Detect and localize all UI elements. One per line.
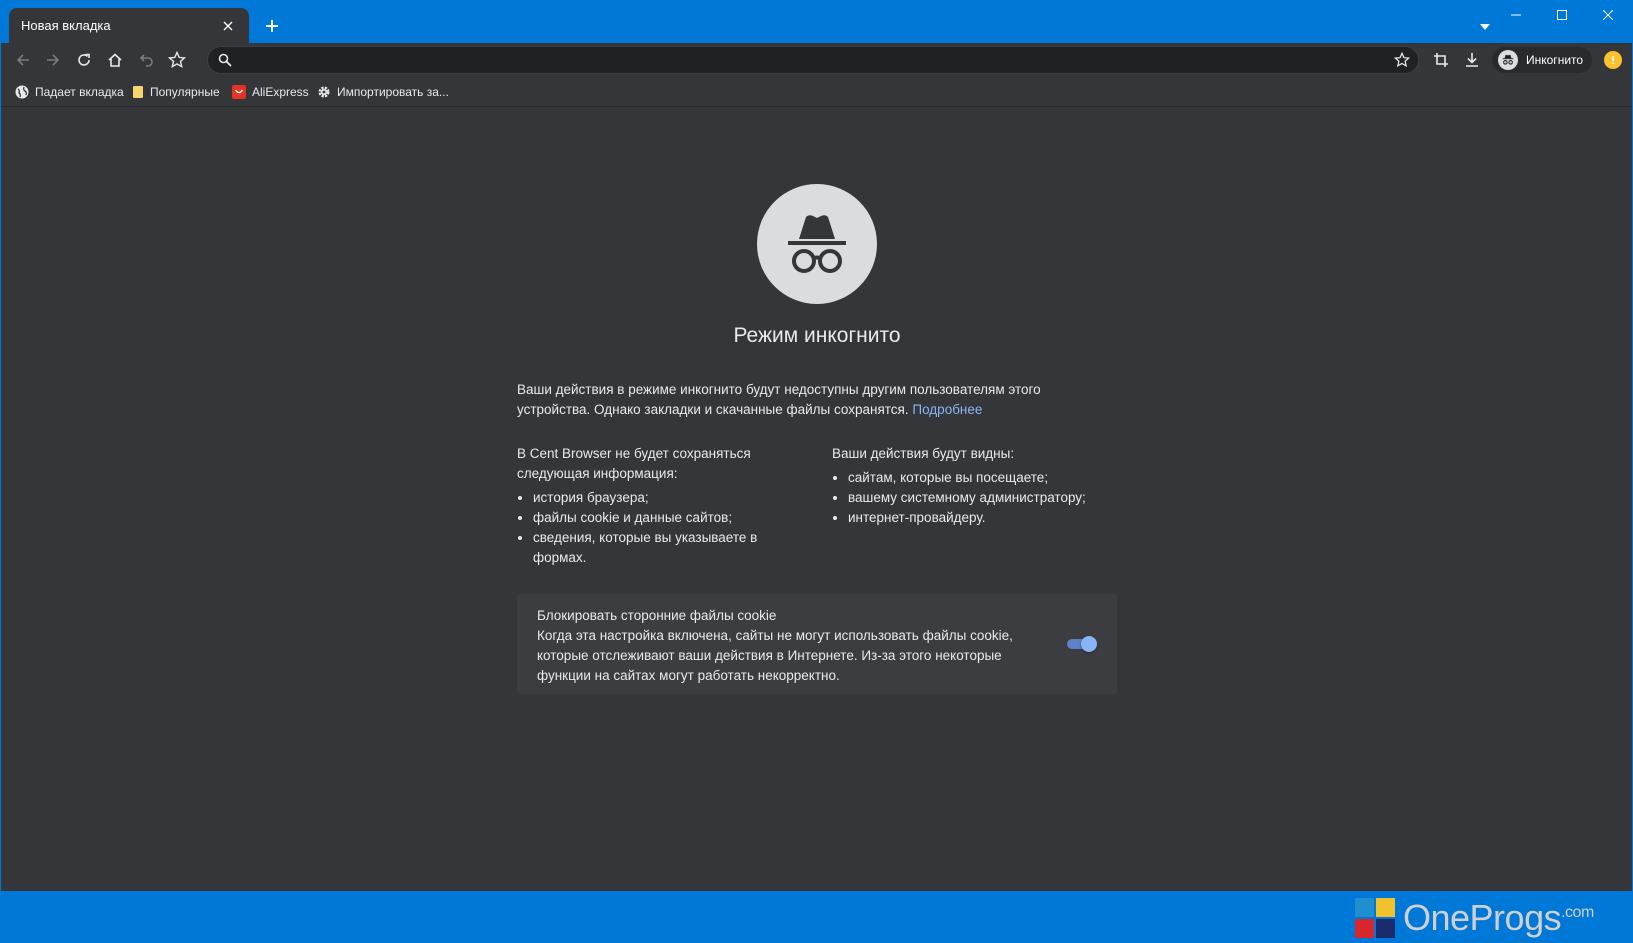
bookmark-item[interactable]: Падает вкладка [15, 81, 124, 103]
tab-strip: Новая вкладка [1, 0, 1632, 43]
back-arrow-icon [16, 54, 29, 66]
globe-icon [15, 85, 29, 99]
minimize-button[interactable] [1493, 0, 1539, 30]
watermark-brand: OneProgs [1403, 897, 1562, 938]
extension-icon[interactable] [1604, 51, 1622, 69]
close-window-icon [1603, 10, 1613, 20]
cookie-description: Когда эта настройка включена, сайты не м… [537, 628, 1013, 683]
address-input[interactable] [242, 47, 1376, 75]
list-item: сведения, которые вы указываете в формах… [533, 528, 797, 568]
list-item: сайтам, которые вы посещаете; [848, 468, 1132, 488]
cookie-settings-card: Блокировать сторонние файлы cookie Когда… [517, 594, 1117, 694]
maximize-icon [1557, 10, 1567, 20]
crop-screenshot-button[interactable] [1427, 46, 1455, 74]
folder-icon [133, 86, 143, 98]
new-tab-button[interactable] [259, 13, 285, 39]
toggle-knob [1081, 636, 1097, 652]
crop-icon [1434, 53, 1448, 67]
bookmark-label: Падает вкладка [35, 85, 124, 99]
downloads-button[interactable] [1458, 46, 1486, 74]
address-bar[interactable] [207, 46, 1419, 75]
bookmark-label: AliExpress [252, 85, 309, 99]
bookmark-star-icon[interactable] [1393, 51, 1411, 73]
toolbar: Инкогнито [1, 43, 1632, 77]
close-icon[interactable] [219, 17, 237, 35]
browser-window: Новая вкладка Инкогнито Падает вкладка П… [1, 0, 1632, 938]
profile-label: Инкогнито [1526, 53, 1584, 67]
bookmark-manager-button[interactable] [163, 46, 191, 74]
home-button[interactable] [101, 46, 129, 74]
page-title: Режим инкогнито [733, 324, 901, 347]
incognito-icon [757, 184, 877, 304]
bookmark-item[interactable]: AliExpress [232, 81, 309, 103]
download-icon [1466, 53, 1478, 67]
incognito-page: Режим инкогнито Ваши действия в режиме и… [1, 108, 1632, 938]
oneprogs-logo-icon [1355, 898, 1395, 938]
forward-button[interactable] [39, 46, 67, 74]
search-icon [218, 53, 232, 72]
visible-to-list: Ваши действия будут видны: сайтам, котор… [832, 444, 1132, 528]
forward-arrow-icon [47, 54, 60, 66]
list-item: интернет-провайдеру. [848, 508, 1132, 528]
aliexpress-icon [232, 85, 246, 99]
tab-new-tab[interactable]: Новая вкладка [9, 8, 249, 43]
back-button[interactable] [9, 46, 37, 74]
bookmark-label: Популярные [150, 85, 220, 99]
undo-icon [139, 54, 153, 67]
watermark: OneProgs.com [1355, 893, 1594, 943]
reload-button[interactable] [70, 46, 98, 74]
list-item: история браузера; [533, 488, 797, 508]
visible-to-heading: Ваши действия будут видны: [832, 446, 1015, 461]
watermark-text: OneProgs.com [1403, 897, 1594, 939]
not-saved-heading: В Cent Browser не будет сохраняться след… [517, 446, 751, 481]
cookie-title: Блокировать сторонние файлы cookie [537, 608, 777, 623]
list-item: файлы cookie и данные сайтов; [533, 508, 797, 528]
list-item: вашему системному администратору; [848, 488, 1132, 508]
bookmarks-bar: Падает вкладка Популярные AliExpress Имп… [1, 77, 1632, 107]
incognito-icon [1498, 50, 1518, 70]
star-outline-icon [168, 51, 186, 69]
profile-button[interactable]: Инкогнито [1492, 47, 1592, 73]
plus-icon [266, 20, 278, 32]
intro-text: Ваши действия в режиме инкогнито будут н… [517, 380, 1117, 420]
chevron-down-icon [1480, 24, 1490, 30]
tab-title: Новая вкладка [21, 18, 111, 33]
learn-more-link[interactable]: Подробнее [912, 402, 982, 417]
minimize-icon [1511, 14, 1521, 16]
watermark-suffix: .com [1561, 904, 1594, 921]
block-cookies-toggle[interactable] [1065, 636, 1097, 652]
reload-icon [78, 53, 90, 66]
gear-icon [318, 86, 330, 98]
maximize-button[interactable] [1539, 0, 1585, 30]
bookmark-folder[interactable]: Популярные [132, 81, 220, 103]
close-window-button[interactable] [1585, 0, 1631, 30]
undo-close-button[interactable] [132, 46, 160, 74]
bookmark-label: Импортировать за... [337, 85, 449, 99]
bookmark-item[interactable]: Импортировать за... [317, 81, 449, 103]
home-icon [108, 53, 122, 67]
not-saved-list: В Cent Browser не будет сохраняться след… [517, 444, 797, 568]
